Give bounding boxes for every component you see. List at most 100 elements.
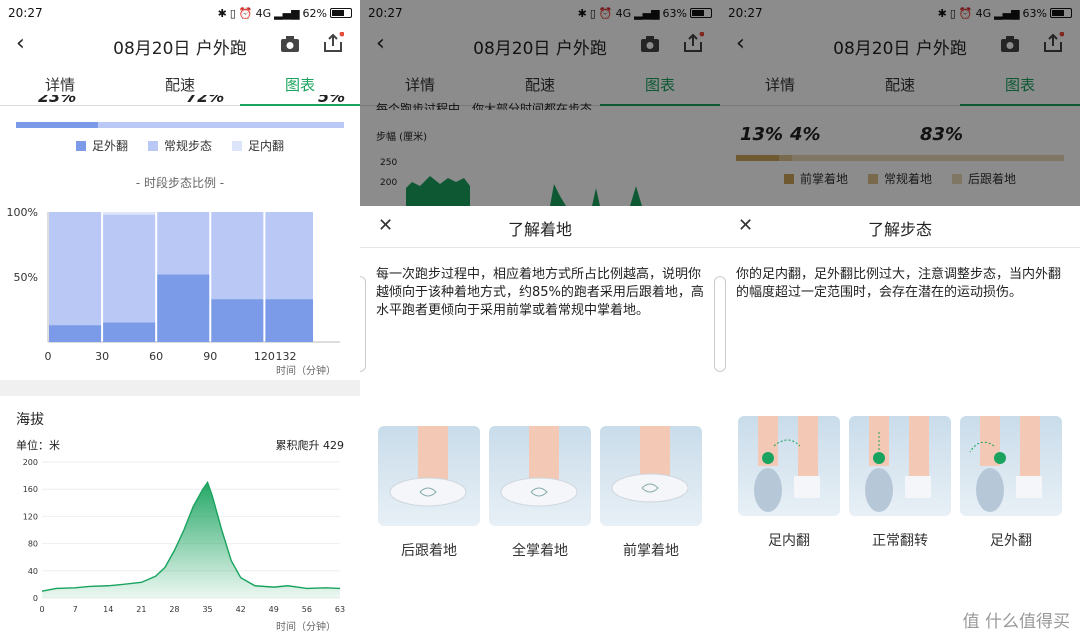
bar-segment xyxy=(211,212,264,300)
bar-segment xyxy=(49,325,102,342)
x-tick-label: 0 xyxy=(39,605,44,614)
bar-segment xyxy=(157,212,210,275)
watermark: 值 什么值得买 xyxy=(962,612,1070,632)
sheet-title: 了解着地 xyxy=(507,220,572,239)
legend-item: 常规步态 xyxy=(147,137,212,154)
bluetooth-icon: ✱ xyxy=(217,6,227,20)
share-icon[interactable] xyxy=(322,32,344,54)
dim-overlay[interactable] xyxy=(360,0,720,206)
period-gait-chart: 100% 50% 0 30 60 90 120 132时间（分钟） xyxy=(7,206,340,376)
card-label: 正常翻转 xyxy=(872,533,928,549)
card-heel-strike: 后跟着地 xyxy=(378,426,480,560)
card-label: 后跟着地 xyxy=(401,543,457,559)
y-tick-label: 100% xyxy=(7,206,38,219)
camera-icon[interactable] xyxy=(280,35,300,53)
x-tick-label: 132 xyxy=(276,350,297,363)
normal-rotation-image xyxy=(849,416,951,516)
pronation-image xyxy=(960,416,1062,516)
sheet-description: 每一次跑步过程中，相应着地方式所占比例越高，说明你越倾向于该种着地方式，约85%… xyxy=(376,267,704,318)
x-tick-label: 56 xyxy=(302,605,312,614)
x-tick-label: 14 xyxy=(103,605,113,614)
x-axis-label: 时间（分钟） xyxy=(276,364,336,376)
battery-icon xyxy=(330,8,352,18)
gait-progress-bar xyxy=(16,122,344,128)
card-supination: 足内翻 xyxy=(738,416,840,550)
card-label: 前掌着地 xyxy=(623,543,679,559)
info-sheet: ✕ 了解着地 每一次跑步过程中，相应着地方式所占比例越高，说明你越倾向于该种着地… xyxy=(360,206,720,640)
sheet-header: ✕ 了解着地 xyxy=(360,206,720,248)
partial-percent-mid: 72% xyxy=(186,95,225,106)
bar-segment xyxy=(103,322,156,342)
status-time: 20:27 xyxy=(8,6,43,20)
x-tick-label: 21 xyxy=(136,605,146,614)
period-chart-title: - 时段步态比例 - xyxy=(135,176,225,190)
x-tick-label: 30 xyxy=(95,350,109,363)
sheet-description: 你的足内翻，足外翻比例过大，注意调整步态，当内外翻的幅度超过一定范围时，会存在潜… xyxy=(736,267,1062,300)
y-tick-label: 0 xyxy=(33,594,38,603)
partial-percent-left: 23% xyxy=(38,95,77,106)
x-tick-label: 35 xyxy=(202,605,212,614)
legend-item: 足内翻 xyxy=(232,137,284,154)
elevation-title: 海拔 xyxy=(16,412,44,428)
gait-progress-fill xyxy=(16,122,98,128)
sheet-title: 了解步态 xyxy=(867,220,932,239)
info-sheet: ✕ 了解步态 你的足内翻，足外翻比例过大，注意调整步态，当内外翻的幅度超过一定范… xyxy=(720,206,1080,640)
signal-icon: ▂▄▆ xyxy=(274,6,300,20)
x-tick-label: 90 xyxy=(203,350,217,363)
status-bar: 20:27 ✱ ▯ ⏰ 4G ▂▄▆ 62% xyxy=(0,0,360,26)
elevation-chart: 200 160 120 80 40 00 7 14 21 28 35 42 49 56 63 时间（分钟） xyxy=(23,458,345,633)
vibrate-icon: ▯ xyxy=(229,6,236,20)
panel-chart-gait: 20:27 ✱ ▯ ⏰ 4G ▂▄▆ 62% ‹ 08月20日 户外跑 详情 配… xyxy=(0,0,360,640)
page-title: 08月20日 户外跑 xyxy=(113,39,247,59)
bar-segment xyxy=(49,212,102,326)
elevation-climb: 累积爬升 429 xyxy=(275,439,345,452)
card-label: 全掌着地 xyxy=(512,543,568,559)
card-label: 足内翻 xyxy=(768,533,810,549)
x-axis-label: 时间（分钟） xyxy=(276,620,336,633)
bar-segment xyxy=(265,299,313,342)
y-tick-label: 40 xyxy=(28,567,38,576)
partial-percent-right: 5% xyxy=(318,95,346,106)
supination-image xyxy=(738,416,840,516)
bar-segment xyxy=(103,214,156,323)
panel-landing-sheet: 20:27 ✱ ▯ ⏰ 4G ▂▄▆ 63% ‹ 08月20日 户外跑 详情 配… xyxy=(360,0,720,640)
full-strike-image xyxy=(489,426,591,526)
panel-gait-sheet: 20:27 ✱ ▯ ⏰ 4G ▂▄▆ 63% ‹ 08月20日 户外跑 详情 配… xyxy=(720,0,1080,640)
card-normal: 正常翻转 xyxy=(849,416,951,550)
card-label: 足外翻 xyxy=(990,533,1032,549)
heel-strike-image xyxy=(378,426,480,526)
y-tick-label: 200 xyxy=(23,458,38,467)
bar-segment xyxy=(103,212,156,215)
card-pronation: 足外翻 xyxy=(960,416,1062,550)
nav-bar: ‹ 08月20日 户外跑 xyxy=(0,26,360,64)
x-tick-label: 63 xyxy=(335,605,345,614)
y-tick-label: 120 xyxy=(23,512,38,521)
bar-segment xyxy=(265,212,313,300)
prev-card-edge xyxy=(360,276,366,372)
signal-label: 4G xyxy=(255,6,272,20)
forefoot-strike-image xyxy=(600,426,702,526)
gait-legend: 足外翻 常规步态 足内翻 xyxy=(0,137,360,154)
y-tick-label: 80 xyxy=(28,540,38,549)
gait-cards: 足内翻 正常翻转 足外翻 xyxy=(738,416,1062,550)
card-forefoot-strike: 前掌着地 xyxy=(600,426,702,560)
elevation-unit: 单位：米 xyxy=(16,439,60,452)
x-tick-label: 49 xyxy=(269,605,279,614)
x-tick-label: 120 xyxy=(254,350,275,363)
bar-segment xyxy=(211,299,264,342)
x-tick-label: 60 xyxy=(149,350,163,363)
legend-item: 足外翻 xyxy=(75,137,128,154)
battery-percent: 62% xyxy=(302,6,327,20)
x-tick-label: 42 xyxy=(236,605,246,614)
x-tick-label: 0 xyxy=(45,350,52,363)
partial-percent-row: 23% 72% 5% xyxy=(0,95,360,107)
prev-card-edge xyxy=(720,276,726,372)
dim-overlay[interactable] xyxy=(720,0,1080,206)
card-full-strike: 全掌着地 xyxy=(489,426,591,560)
alarm-icon: ⏰ xyxy=(238,6,253,20)
landing-cards: 后跟着地 全掌着地 前掌着地 xyxy=(378,426,702,560)
section-divider xyxy=(0,380,360,396)
y-tick-label: 160 xyxy=(23,485,38,494)
elevation-area xyxy=(42,482,340,598)
y-tick-label: 50% xyxy=(14,271,38,284)
